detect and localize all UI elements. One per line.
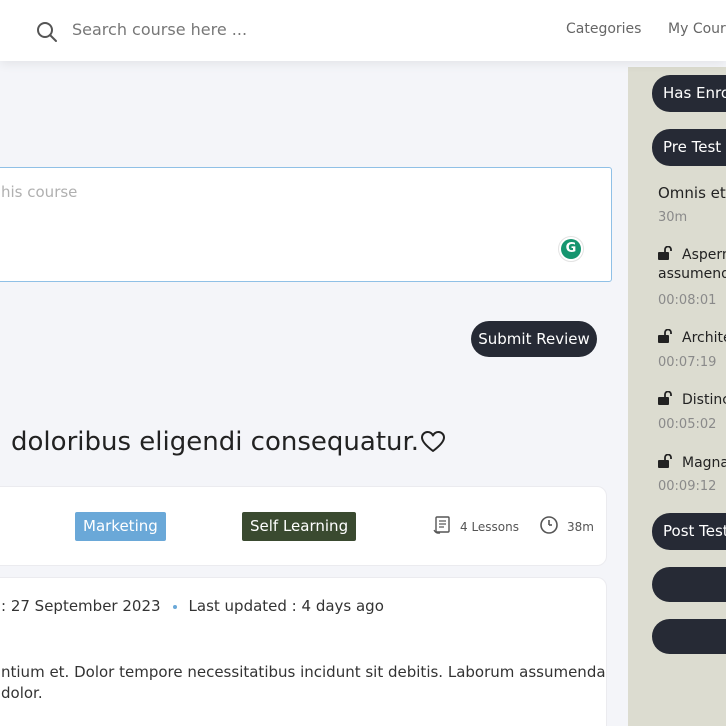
course-dates: : 27 September 2023 Last updated : 4 days… xyxy=(1,597,384,615)
submit-review-button[interactable]: Submit Review xyxy=(471,321,597,357)
lessons-icon xyxy=(433,516,450,534)
last-updated: Last updated : 4 days ago xyxy=(188,597,384,615)
category-tag[interactable]: Marketing xyxy=(75,512,166,541)
unlock-icon xyxy=(658,454,672,468)
lesson-item[interactable]: Distinc xyxy=(658,391,726,408)
lesson-item[interactable]: Magna xyxy=(658,454,726,471)
course-info-card: Marketing Self Learning 4 Lessons 38m xyxy=(0,486,607,566)
lesson-item[interactable]: Aspern xyxy=(658,246,726,263)
unlock-icon xyxy=(658,329,672,343)
grammarly-icon[interactable]: G xyxy=(558,236,584,262)
section-title[interactable]: Omnis et r xyxy=(658,184,726,202)
lesson-title: Archite xyxy=(682,330,726,346)
course-description-card: : 27 September 2023 Last updated : 4 days… xyxy=(0,577,607,726)
review-placeholder: his course xyxy=(1,183,78,201)
course-title: : doloribus eligendi consequatur. xyxy=(0,427,420,457)
nav-categories[interactable]: Categories xyxy=(566,21,641,37)
pre-test-button[interactable]: Pre Test xyxy=(652,129,726,166)
lesson-time: 00:08:01 xyxy=(658,293,717,308)
separator-dot xyxy=(172,604,177,609)
lesson-time: 00:09:12 xyxy=(658,479,717,494)
unlock-icon xyxy=(658,246,672,260)
learning-type-tag: Self Learning xyxy=(242,512,357,541)
course-sidebar: Has Enro Pre Test Omnis et r 30m Aspern … xyxy=(628,67,726,726)
review-textarea[interactable]: his course G xyxy=(0,167,612,282)
search-input[interactable]: Search course here ... xyxy=(72,20,247,39)
enrolled-button[interactable]: Has Enro xyxy=(652,75,726,112)
description-line-1: ntium et. Dolor tempore necessitatibus i… xyxy=(1,663,606,681)
lesson-title: Aspern xyxy=(682,247,726,263)
description-line-2: dolor. xyxy=(1,684,43,702)
post-test-button[interactable]: Post Test xyxy=(652,513,726,550)
lessons-count: 4 Lessons xyxy=(460,520,520,534)
unlock-icon xyxy=(658,391,672,405)
lesson-title: Magna xyxy=(682,455,726,471)
section-duration: 30m xyxy=(658,210,688,225)
lesson-title-cont: assumenda xyxy=(658,266,726,282)
heart-icon[interactable] xyxy=(420,429,446,455)
lesson-time: 00:05:02 xyxy=(658,417,717,432)
lesson-item[interactable]: Archite xyxy=(658,329,726,346)
clock-icon xyxy=(540,516,558,534)
course-duration: 38m xyxy=(567,520,594,534)
nav-my-courses[interactable]: My Cours xyxy=(668,21,726,37)
top-navbar: Search course here ... Categories My Cou… xyxy=(0,0,726,61)
created-date: : 27 September 2023 xyxy=(1,597,161,615)
sidebar-action-button[interactable] xyxy=(652,567,726,602)
lesson-title: Distinc xyxy=(682,392,726,408)
search-icon[interactable] xyxy=(36,21,58,43)
lesson-time: 00:07:19 xyxy=(658,355,717,370)
grammarly-letter: G xyxy=(561,239,581,259)
sidebar-action-button[interactable] xyxy=(652,619,726,654)
